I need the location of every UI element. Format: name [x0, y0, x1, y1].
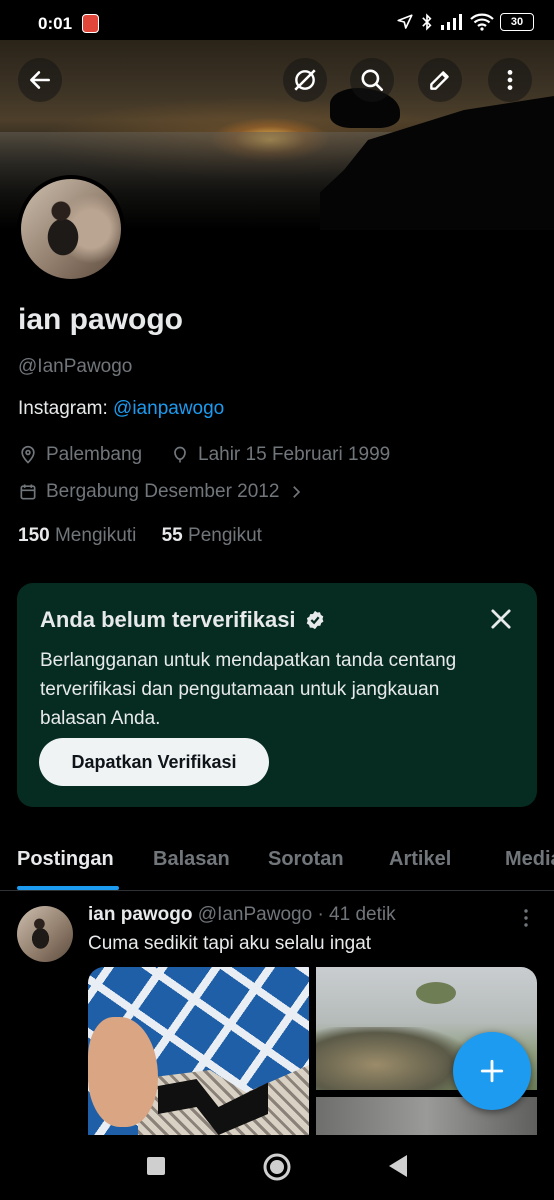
chevron-right-icon: [293, 486, 301, 498]
more-button[interactable]: [488, 58, 532, 102]
active-tab-indicator: [17, 886, 119, 890]
following-label: Mengikuti: [54, 525, 137, 546]
profile-joined[interactable]: Bergabung Desember 2012: [18, 481, 305, 503]
followers-count: 55: [161, 525, 183, 546]
followers-link[interactable]: 55 Pengikut: [162, 525, 262, 546]
pencil-icon: [430, 71, 449, 90]
post-text: Cuma sedikit tapi aku selalu ingat: [88, 933, 372, 954]
plus-icon: [480, 1059, 504, 1083]
post-image-crochet[interactable]: [88, 967, 309, 1135]
verified-badge-icon: [306, 610, 323, 630]
back-nav-button[interactable]: [386, 1153, 410, 1179]
profile-handle: @IanPawogo: [18, 356, 133, 377]
close-icon[interactable]: [487, 605, 515, 633]
more-vertical-icon: [507, 70, 513, 90]
verification-card: Anda belum terverifikasi Berlangganan un…: [17, 583, 537, 807]
tab-replies[interactable]: Balasan: [153, 848, 230, 871]
notification-icon: [82, 14, 99, 33]
post-header: ian pawogo @IanPawogo · 41 detik: [88, 904, 396, 926]
card-description: Berlangganan untuk mendapatkan tanda cen…: [40, 650, 457, 729]
card-title-text: Anda belum terverifikasi: [40, 607, 296, 632]
compose-fab-button[interactable]: [453, 1032, 531, 1110]
wifi-icon: [470, 13, 494, 31]
post-author-name[interactable]: ian pawogo: [88, 904, 193, 925]
profile-name: ian pawogo: [18, 303, 183, 336]
bluetooth-icon: [422, 13, 432, 31]
back-button[interactable]: [18, 58, 62, 102]
calendar-icon: [20, 484, 36, 500]
tab-media-clip: Media: [505, 830, 554, 890]
battery-icon: 30: [500, 13, 534, 31]
palm-tree-shape: [416, 982, 456, 1004]
followers-label: Pengikut: [188, 525, 262, 546]
profile-birthday: Lahir 15 Februari 1999: [170, 444, 390, 466]
joined-text: Bergabung Desember 2012: [46, 481, 280, 502]
profile-avatar[interactable]: [17, 175, 125, 283]
edit-button[interactable]: [418, 58, 462, 102]
grok-icon: [294, 69, 316, 91]
arrow-left-icon: [30, 71, 50, 89]
tab-articles[interactable]: Artikel: [389, 848, 451, 871]
follow-stats: 150 Mengikuti 55 Pengikut: [18, 525, 262, 547]
profile-bio: Instagram: @ianpawogo: [18, 398, 224, 420]
location-icon: [397, 14, 413, 29]
birthday-text: Lahir 15 Februari 1999: [198, 444, 391, 465]
bio-instagram-link[interactable]: @ianpawogo: [113, 398, 224, 419]
profile-location: Palembang: [18, 444, 142, 466]
search-icon: [361, 69, 384, 92]
location-text: Palembang: [46, 444, 143, 465]
tab-highlights[interactable]: Sorotan: [268, 848, 344, 871]
following-count: 150: [18, 525, 50, 546]
status-time: 0:01: [38, 14, 73, 33]
signal-icon: [441, 14, 462, 30]
home-button[interactable]: [262, 1152, 292, 1182]
bio-text: Instagram:: [18, 398, 114, 419]
tab-media[interactable]: Media: [505, 848, 554, 871]
profile-tabs: Postingan Balasan Sorotan Artikel Media: [0, 830, 554, 891]
post-time: · 41 detik: [317, 904, 396, 925]
card-title: Anda belum terverifikasi: [40, 607, 326, 633]
post-avatar[interactable]: [17, 906, 73, 962]
status-icons: 30: [396, 12, 534, 32]
get-verified-button[interactable]: Dapatkan Verifikasi: [39, 738, 269, 786]
post-more-icon[interactable]: [518, 908, 534, 928]
recent-apps-button[interactable]: [145, 1155, 167, 1177]
balloon-icon: [174, 446, 186, 463]
tab-posts[interactable]: Postingan: [17, 848, 114, 871]
grok-button[interactable]: [283, 58, 327, 102]
search-button[interactable]: [350, 58, 394, 102]
system-nav-bar: [0, 1135, 554, 1200]
location-pin-icon: [21, 445, 35, 464]
blurred-foreground: [316, 1027, 466, 1090]
hand-shape: [88, 1017, 158, 1127]
following-link[interactable]: 150 Mengikuti: [18, 525, 136, 546]
post-author-handle: @IanPawogo: [197, 904, 313, 925]
